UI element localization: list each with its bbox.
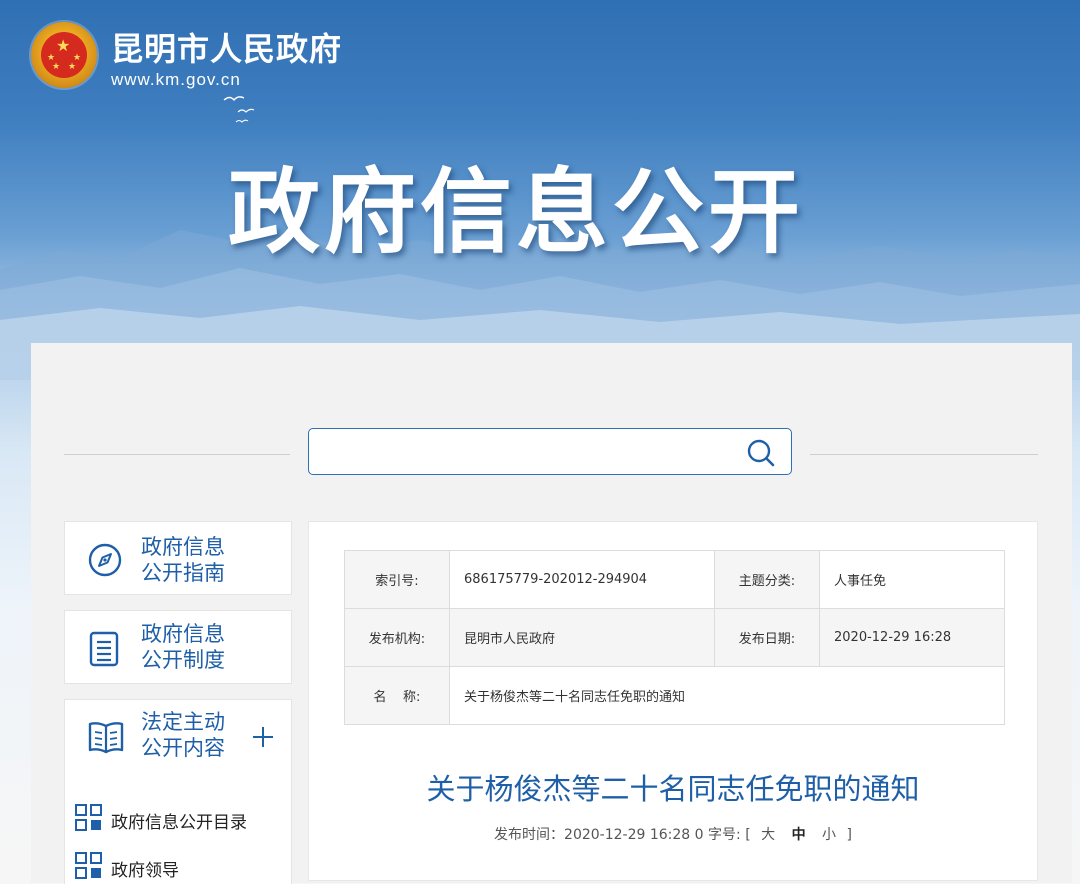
compass-icon xyxy=(88,543,122,577)
grid-icon xyxy=(75,804,102,831)
search-bar xyxy=(308,428,792,475)
divider-right xyxy=(810,454,1038,455)
font-size-large-button[interactable]: 大 xyxy=(761,827,775,843)
view-count: 0 xyxy=(694,827,704,843)
metadata-table: 索引号: 686175779-202012-294904 主题分类: 人事任免 … xyxy=(344,550,1005,725)
publish-info: 发布时间：2020-12-29 16:28 0 字号: [ 大 中 小 ] xyxy=(309,824,1037,844)
sidebar-item-label: 政府信息 xyxy=(141,622,225,646)
sidebar-subitem-label: 政府领导 xyxy=(111,861,179,881)
birds-decoration xyxy=(223,96,255,123)
sidebar-item-label: 公开制度 xyxy=(141,648,225,672)
sidebar-item-label: 政府信息 xyxy=(141,535,225,559)
site-url[interactable]: www.km.gov.cn xyxy=(111,70,241,90)
divider-left xyxy=(64,454,290,455)
topic-label: 主题分类: xyxy=(714,550,820,609)
date-label: 发布日期: xyxy=(714,608,820,667)
article-title: 关于杨俊杰等二十名同志任免职的通知 xyxy=(426,772,920,806)
sidebar-item-label: 公开指南 xyxy=(141,561,225,585)
national-emblem-icon: ★ ★ ★ ★ ★ xyxy=(31,22,97,88)
font-size-medium-button[interactable]: 中 xyxy=(792,827,806,843)
name-label: 名 称: xyxy=(344,666,450,725)
publisher-label: 发布机构: xyxy=(344,608,450,667)
date-value: 2020-12-29 16:28 xyxy=(819,608,1005,667)
grid-icon xyxy=(75,852,102,879)
sidebar-subitem-label: 政府信息公开目录 xyxy=(111,813,247,833)
font-size-small-button[interactable]: 小 xyxy=(822,827,836,843)
font-size-label: 字号: xyxy=(708,827,741,843)
book-icon xyxy=(88,722,124,754)
publish-time-label: 发布时间： xyxy=(494,827,565,843)
name-value: 关于杨俊杰等二十名同志任免职的通知 xyxy=(449,666,1005,725)
sidebar-item-guide[interactable]: 政府信息 公开指南 xyxy=(64,521,292,595)
search-input[interactable] xyxy=(319,437,733,467)
sidebar-item-label: 公开内容 xyxy=(141,736,225,760)
banner-title: 政府信息公开 xyxy=(228,159,805,266)
publisher-value: 昆明市人民政府 xyxy=(449,608,715,667)
sidebar-sub-list: 政府信息公开目录 政府领导 xyxy=(64,774,292,884)
sidebar-item-system[interactable]: 政府信息 公开制度 xyxy=(64,610,292,684)
index-value: 686175779-202012-294904 xyxy=(449,550,715,609)
bracket-close: ] xyxy=(846,827,852,843)
sidebar-item-content[interactable]: 法定主动 公开内容 xyxy=(64,699,292,775)
document-icon xyxy=(89,631,119,667)
bracket-open: [ xyxy=(745,827,751,843)
article-content: 索引号: 686175779-202012-294904 主题分类: 人事任免 … xyxy=(308,521,1038,881)
publish-time: 2020-12-29 16:28 xyxy=(564,827,691,843)
expand-plus-icon[interactable] xyxy=(253,726,275,748)
search-icon[interactable] xyxy=(745,437,777,469)
index-label: 索引号: xyxy=(344,550,450,609)
site-name[interactable]: 昆明市人民政府 xyxy=(111,24,342,70)
topic-value: 人事任免 xyxy=(819,550,1005,609)
sidebar-item-label: 法定主动 xyxy=(141,710,225,734)
